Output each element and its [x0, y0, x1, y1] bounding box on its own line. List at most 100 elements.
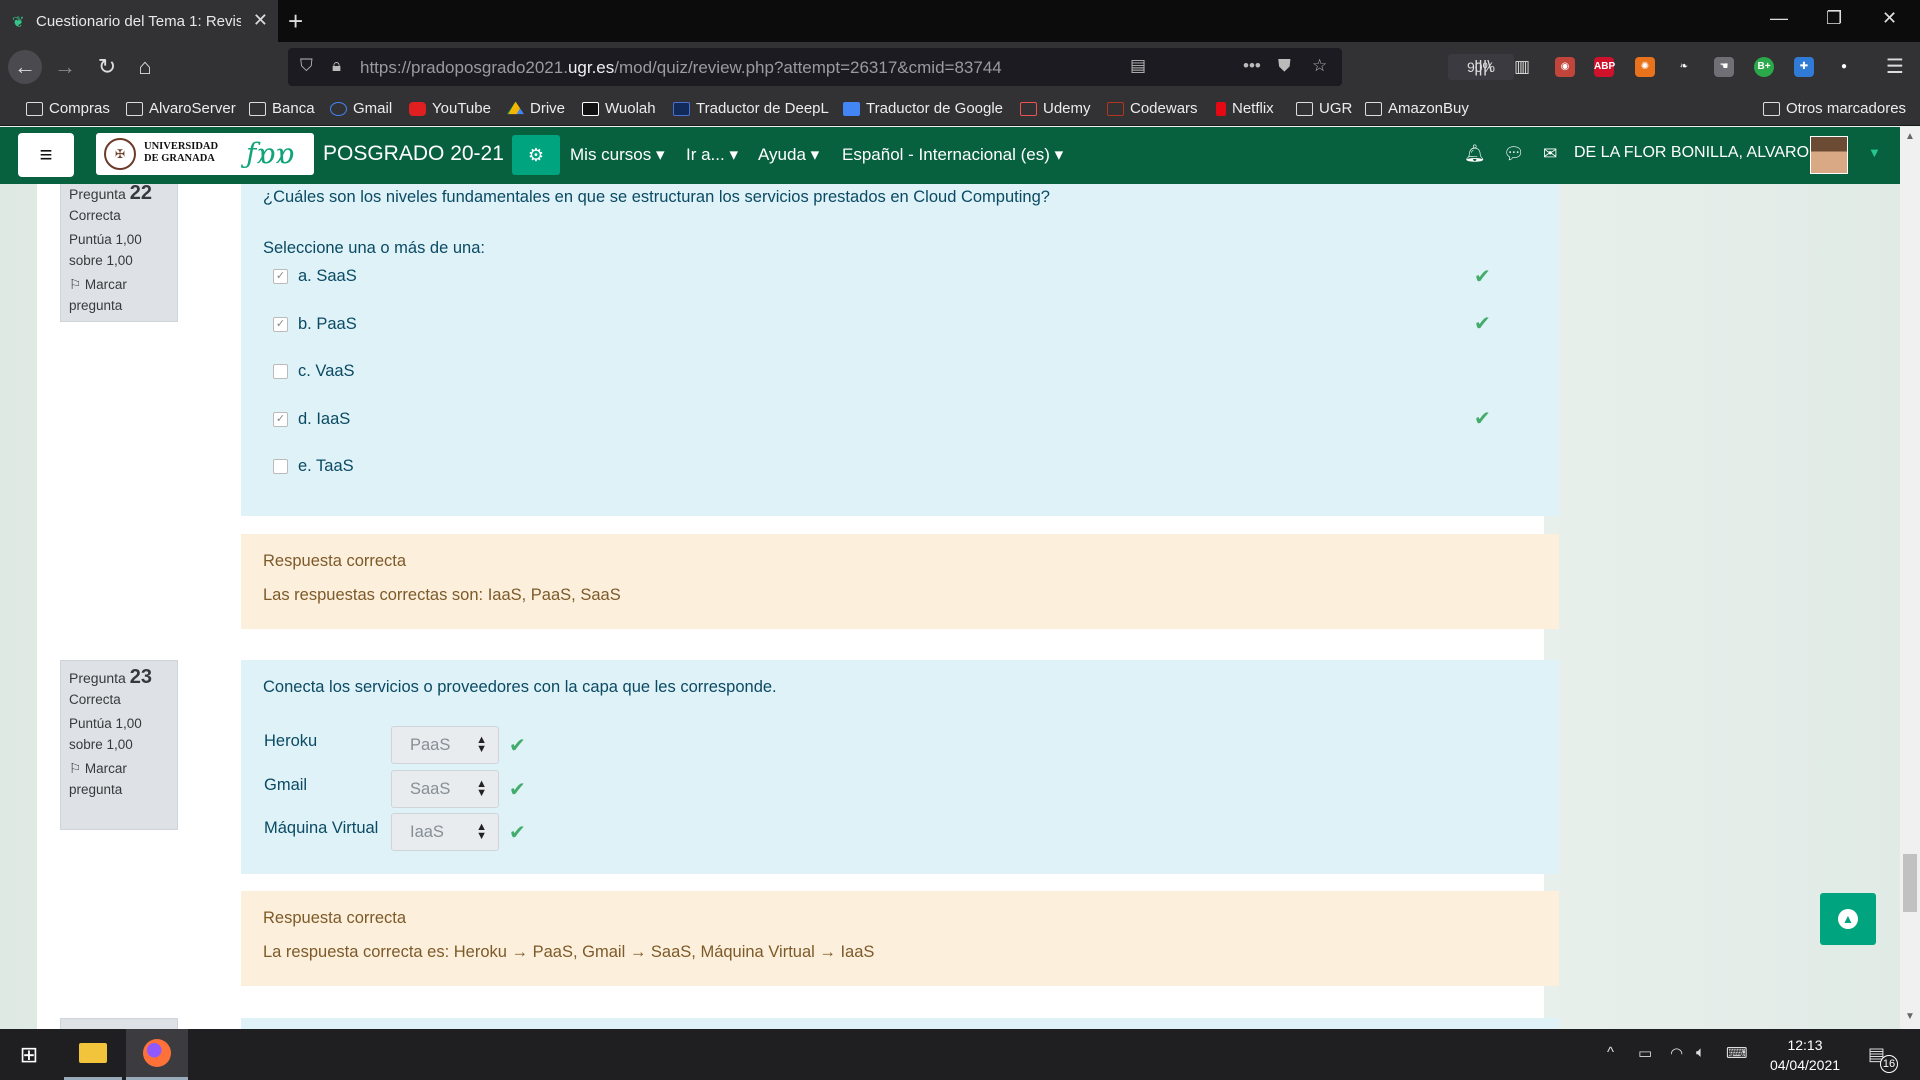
match-select-maquina-virtual[interactable]: IaaS ▲ ▼	[391, 813, 499, 851]
flag-question[interactable]: ⚐ Marcar pregunta	[69, 758, 169, 800]
bookmark-wuolah[interactable]: Wuolah	[582, 100, 656, 117]
bookmark-google-translate[interactable]: Traductor de Google	[843, 100, 1003, 117]
bookmark-amazonbuy[interactable]: AmazonBuy	[1365, 100, 1469, 117]
avatar[interactable]	[1810, 136, 1848, 174]
restore-icon[interactable]: ❐	[1826, 8, 1842, 29]
option-a[interactable]: ✓ a. SaaS	[273, 267, 357, 286]
file-explorer-icon[interactable]	[64, 1029, 122, 1080]
extension-leaf-icon[interactable]: ❧	[1674, 57, 1694, 77]
address-bar[interactable]: ⛉ 🔒︎ https://pradoposgrado2021.ugr.es/mo…	[288, 48, 1514, 86]
minimize-icon[interactable]: —	[1770, 8, 1788, 29]
tray-chevron-icon[interactable]: ^	[1607, 1044, 1614, 1061]
firefox-icon[interactable]	[126, 1029, 188, 1080]
reload-icon[interactable]: ↻	[90, 50, 124, 84]
menu-ayuda[interactable]: Ayuda ▾	[758, 145, 819, 165]
keyboard-icon[interactable]: ⌨	[1726, 1044, 1748, 1062]
system-clock[interactable]: 12:13 04/04/2021	[1760, 1035, 1850, 1075]
battery-icon[interactable]: ▭	[1638, 1044, 1652, 1062]
bookmark-gmail[interactable]: Gmail	[330, 100, 392, 117]
bookmark-deepl[interactable]: Traductor de DeepL	[673, 100, 829, 117]
new-tab-icon[interactable]: +	[288, 6, 303, 37]
bookmark-netflix[interactable]: Netflix	[1216, 100, 1274, 117]
extension-puzzle-icon[interactable]: ✚	[1794, 57, 1814, 77]
scroll-up-icon[interactable]: ▲	[1905, 131, 1915, 142]
reader-view-icon[interactable]: ▤	[1130, 56, 1146, 76]
folder-icon	[1296, 101, 1313, 116]
shield-icon[interactable]: ⛉	[300, 56, 313, 76]
flag-icon: ⚐	[69, 761, 82, 776]
option-d[interactable]: ✓ d. IaaS	[273, 410, 350, 429]
chevron-down-icon[interactable]: ▼	[1868, 145, 1881, 160]
pocket-icon[interactable]: ⛊	[1278, 56, 1291, 76]
option-e[interactable]: e. TaaS	[273, 457, 354, 476]
volume-icon[interactable]: 🔈︎	[1696, 1044, 1705, 1061]
bookmark-codewars[interactable]: Codewars	[1107, 100, 1198, 117]
checkbox-checked[interactable]: ✓	[273, 317, 288, 332]
question-grade: Puntúa 1,00 sobre 1,00	[69, 716, 142, 752]
menu-icon[interactable]: ≡	[18, 133, 74, 177]
match-select-heroku[interactable]: PaaS ▲ ▼	[391, 726, 499, 764]
back-to-top-button[interactable]: ▲	[1820, 893, 1876, 945]
close-tab-icon[interactable]: ✕	[253, 10, 268, 31]
browser-tab-active[interactable]: ❦ Cuestionario del Tema 1: Revisión ✕	[0, 0, 278, 42]
adblock-icon[interactable]: ABP	[1594, 57, 1615, 77]
back-icon[interactable]: ←	[8, 50, 42, 84]
scroll-down-icon[interactable]: ▼	[1905, 1011, 1915, 1022]
question-info-next	[60, 1018, 178, 1029]
gear-icon[interactable]: ⚙	[512, 135, 560, 175]
scrollbar-thumb[interactable]	[1903, 854, 1917, 912]
wifi-icon[interactable]: ◠	[1670, 1044, 1683, 1062]
question-state: Correcta	[69, 692, 121, 707]
checkbox-unchecked[interactable]	[273, 364, 288, 379]
moodle-favicon-icon: ❦	[12, 14, 25, 31]
bookmark-alvaroserver[interactable]: AlvaroServer	[126, 100, 236, 117]
match-select-gmail[interactable]: SaaS ▲ ▼	[391, 770, 499, 808]
other-bookmarks[interactable]: Otros marcadores	[1763, 100, 1906, 117]
bookmark-udemy[interactable]: Udemy	[1020, 100, 1091, 117]
extension-bplus-icon[interactable]: B+	[1754, 57, 1774, 77]
checkbox-checked[interactable]: ✓	[273, 412, 288, 427]
page-background: Pregunta 22 Correcta Puntúa 1,00 sobre 1,…	[0, 184, 1900, 1029]
question-number: Pregunta 23	[69, 666, 152, 688]
bookmark-youtube[interactable]: YouTube	[409, 100, 491, 117]
bookmark-ugr[interactable]: UGR	[1296, 100, 1352, 117]
windows-start-icon[interactable]: ⊞	[0, 1029, 58, 1080]
feedback-title: Respuesta correcta	[263, 552, 407, 570]
checkbox-unchecked[interactable]	[273, 459, 288, 474]
forward-icon[interactable]: →	[48, 50, 82, 84]
sidebar-icon[interactable]: ▥	[1514, 57, 1530, 77]
site-name[interactable]: POSGRADO 20-21	[323, 142, 504, 166]
user-name[interactable]: DE LA FLOR BONILLA, ALVARO	[1574, 144, 1809, 162]
option-c[interactable]: c. VaaS	[273, 362, 355, 381]
mail-icon[interactable]: ✉	[1543, 144, 1557, 164]
check-icon: ✔	[1474, 266, 1491, 288]
account-icon[interactable]: ●	[1834, 57, 1854, 77]
library-icon[interactable]: |||\	[1474, 57, 1492, 77]
bookmark-compras[interactable]: Compras	[26, 100, 110, 117]
extension-sun-icon[interactable]: ✺	[1635, 57, 1655, 77]
bookmarks-bar: Compras AlvaroServer Banca Gmail YouTube…	[0, 92, 1920, 126]
bell-icon[interactable]: 🔔︎	[1464, 144, 1486, 164]
home-icon[interactable]: ⌂	[128, 50, 162, 84]
extension-icon[interactable]: ◉	[1555, 57, 1575, 77]
app-menu-icon[interactable]: ☰	[1886, 54, 1904, 79]
menu-language[interactable]: Español - Internacional (es) ▾	[842, 145, 1063, 165]
notification-count-badge: 16	[1880, 1055, 1898, 1073]
lock-icon[interactable]: 🔒︎	[332, 56, 341, 76]
flag-question[interactable]: ⚐ Marcar pregunta	[69, 274, 169, 316]
option-b[interactable]: ✓ b. PaaS	[273, 315, 357, 334]
checkbox-checked[interactable]: ✓	[273, 269, 288, 284]
menu-mis-cursos[interactable]: Mis cursos ▾	[570, 145, 665, 165]
extension-hand-icon[interactable]: ☚	[1714, 57, 1734, 77]
taskbar: ⊞ ^ ▭ ◠ 🔈︎ ⌨ 12:13 04/04/2021 ▤ 16	[0, 1029, 1920, 1080]
chat-icon[interactable]: 💬︎	[1503, 144, 1525, 164]
more-actions-icon[interactable]: •••	[1243, 56, 1261, 76]
menu-ir-a[interactable]: Ir a... ▾	[686, 145, 738, 165]
window-close-icon[interactable]: ✕	[1882, 8, 1897, 29]
select-arrow-icon: ▲ ▼	[476, 821, 487, 842]
bookmark-star-icon[interactable]: ☆	[1312, 56, 1327, 76]
bookmark-banca[interactable]: Banca	[249, 100, 315, 117]
question-text: Conecta los servicios o proveedores con …	[263, 678, 777, 696]
bookmark-drive[interactable]: Drive	[507, 100, 565, 117]
university-logo[interactable]: ✠ UNIVERSIDAD DE GRANADA ƒɒɒ	[96, 133, 314, 175]
